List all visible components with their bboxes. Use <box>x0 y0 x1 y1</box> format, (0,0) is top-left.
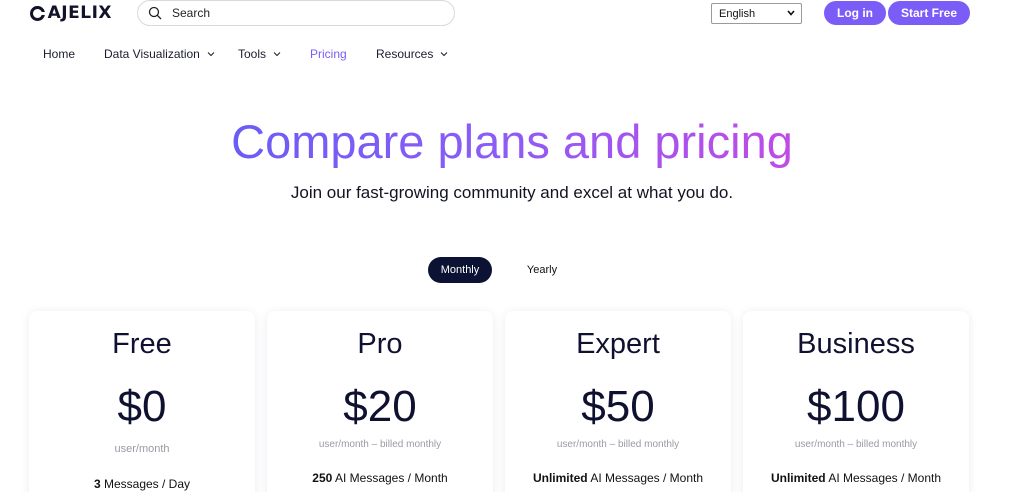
plan-name: Free <box>112 328 172 360</box>
plan-feature: 3 Messages / Day <box>93 477 191 491</box>
plan-card-expert: Expert $50 user/month – billed monthly U… <box>505 311 731 492</box>
plan-feature: Unlimited AI Messages / Month <box>532 471 704 485</box>
logo-text: AJELIX <box>47 3 112 23</box>
nav-item-label: Data Visualization <box>104 47 200 61</box>
plan-price: $0 <box>117 382 167 431</box>
plan-price: $100 <box>807 382 905 431</box>
ajelix-logo[interactable]: AJELIX <box>30 3 112 23</box>
start-free-button[interactable]: Start Free <box>888 1 970 25</box>
plan-price: $50 <box>581 382 655 431</box>
page-title: Compare plans and pricing <box>231 115 793 168</box>
logo-mark-icon <box>30 5 45 21</box>
billing-toggle-yearly[interactable]: Yearly <box>513 257 571 283</box>
plan-price: $20 <box>343 382 417 431</box>
page-subtitle: Join our fast-growing community and exce… <box>290 183 734 202</box>
chevron-down-icon <box>273 52 281 57</box>
chevron-down-icon <box>441 52 448 57</box>
plan-name: Business <box>797 328 915 360</box>
plan-period: user/month – billed monthly <box>794 439 918 450</box>
chevron-down-icon <box>787 10 795 16</box>
plan-period: user/month – billed monthly <box>318 439 442 450</box>
plan-name: Expert <box>576 328 660 360</box>
language-selected-value: English <box>719 7 756 20</box>
plan-card-business: Business $100 user/month – billed monthl… <box>743 311 969 492</box>
search-box[interactable] <box>137 0 455 26</box>
top-bar: AJELIX English Log in Start Free <box>0 0 1024 28</box>
plan-feature: Unlimited AI Messages / Month <box>770 471 942 485</box>
nav-item-resources[interactable]: Resources <box>376 47 449 61</box>
main-nav: Home Data Visualization Tools Pricing Re… <box>0 45 1024 65</box>
nav-item-home[interactable]: Home <box>43 47 75 61</box>
nav-item-tools[interactable]: Tools <box>238 47 282 61</box>
nav-item-label: Pricing <box>310 47 347 61</box>
search-input[interactable] <box>172 6 432 20</box>
plan-period: user/month – billed monthly <box>556 439 680 450</box>
plan-feature: 250 AI Messages / Month <box>312 471 448 485</box>
nav-item-data-visualization[interactable]: Data Visualization <box>104 47 216 61</box>
plan-period: user/month <box>114 443 170 455</box>
plan-card-free: Free $0 user/month 3 Messages / Day <box>29 311 255 492</box>
nav-item-label: Tools <box>238 47 267 61</box>
billing-toggle-monthly[interactable]: Monthly <box>428 257 492 283</box>
search-icon <box>148 6 162 20</box>
login-button[interactable]: Log in <box>824 1 886 25</box>
plan-card-pro: Pro $20 user/month – billed monthly 250 … <box>267 311 493 492</box>
nav-item-pricing[interactable]: Pricing <box>310 47 347 61</box>
nav-item-label: Resources <box>376 47 434 61</box>
nav-item-label: Home <box>43 47 76 61</box>
language-select[interactable]: English <box>711 3 802 24</box>
plan-name: Pro <box>357 328 403 360</box>
chevron-down-icon <box>207 52 215 57</box>
